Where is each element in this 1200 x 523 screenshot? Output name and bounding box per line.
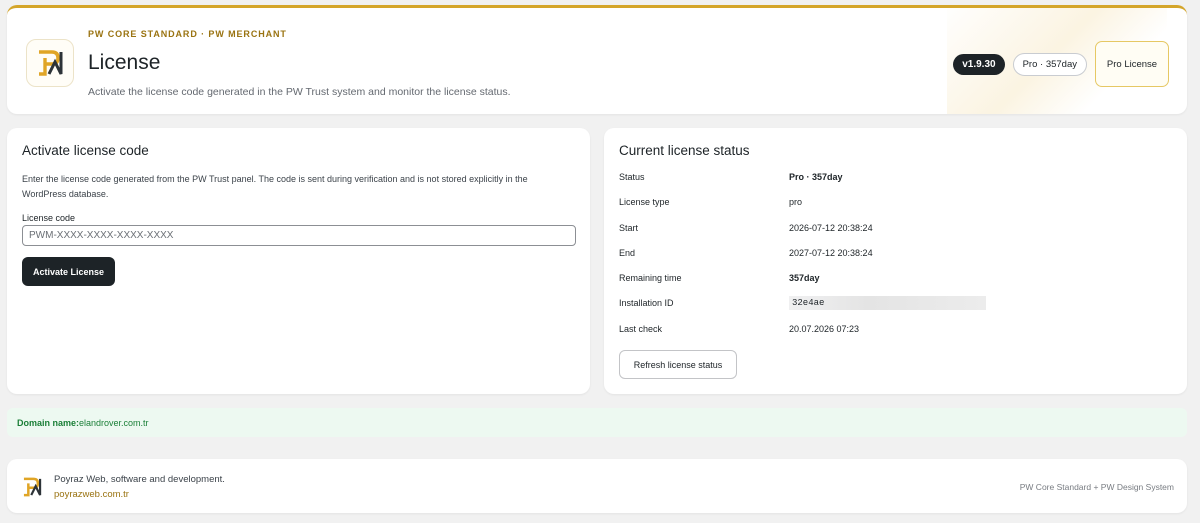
status-heading: Current license status [619,143,750,158]
header-badges: v1.9.30 Pro · 357day Pro License [953,41,1169,87]
activate-license-button[interactable]: Activate License [22,257,115,286]
start-value: 2026-07-12 20:38:24 [789,222,873,233]
status-table: Status Pro · 357day License type pro Sta… [619,169,1159,346]
footer-company: Poyraz Web, software and development. [54,474,225,485]
page-title: License [88,51,161,74]
status-row-remaining-time: Remaining time 357day [619,270,1159,295]
status-key: Status [619,172,645,182]
license-code-label: License code [22,213,76,223]
installation-id-value: 32e4ae [789,296,986,311]
status-row-end: End 2027-07-12 20:38:24 [619,245,1159,270]
last-check-value: 20.07.2026 07:23 [789,323,860,334]
version-badge: v1.9.30 [953,53,1005,75]
activate-license-panel: Activate license code Enter the license … [7,128,590,394]
pw-logo-icon [39,50,63,76]
pw-footer-logo-icon [23,477,42,497]
footer-card: Poyraz Web, software and development. po… [7,459,1187,513]
end-value: 2027-07-12 20:38:24 [789,247,873,258]
status-row-installation-id: Installation ID 32e4ae [619,295,1159,320]
refresh-license-status-button[interactable]: Refresh license status [619,350,737,379]
activate-description: Enter the license code generated from th… [22,174,528,199]
license-header-card: PW CORE STANDARD · PW MERCHANT License A… [7,5,1187,114]
last-check-key: Last check [619,323,663,334]
domain-label: Domain name: [17,417,80,428]
license-code-input[interactable] [22,225,576,246]
footer-credits: PW Core Standard + PW Design System [1019,482,1174,492]
domain-bar: Domain name: elandrover.com.tr [7,408,1187,437]
status-row-last-check: Last check 20.07.2026 07:23 [619,321,1159,346]
license-type-value: pro [789,197,803,208]
start-key: Start [619,222,639,233]
domain-value: elandrover.com.tr [79,417,149,428]
status-row-start: Start 2026-07-12 20:38:24 [619,220,1159,245]
status-row-license-type: License type pro [619,194,1159,219]
license-type-key: License type [619,197,670,208]
status-value: Pro · 357day [789,172,843,182]
page-subtitle: Activate the license code generated in t… [88,86,511,98]
footer-website-link[interactable]: poyrazweb.com.tr [54,489,129,500]
installation-id-key: Installation ID [619,298,674,309]
status-row-status: Status Pro · 357day [619,169,1159,194]
pro-license-button[interactable]: Pro License [1095,41,1169,87]
remaining-time-value: 357day [789,273,820,284]
remaining-time-key: Remaining time [619,273,682,284]
license-status-panel: Current license status Status Pro · 357d… [604,128,1187,394]
pw-logo [26,39,74,87]
product-overline: PW CORE STANDARD · PW MERCHANT [88,29,287,39]
activate-heading: Activate license code [22,143,149,158]
end-key: End [619,247,636,258]
plan-badge: Pro · 357day [1012,52,1087,76]
